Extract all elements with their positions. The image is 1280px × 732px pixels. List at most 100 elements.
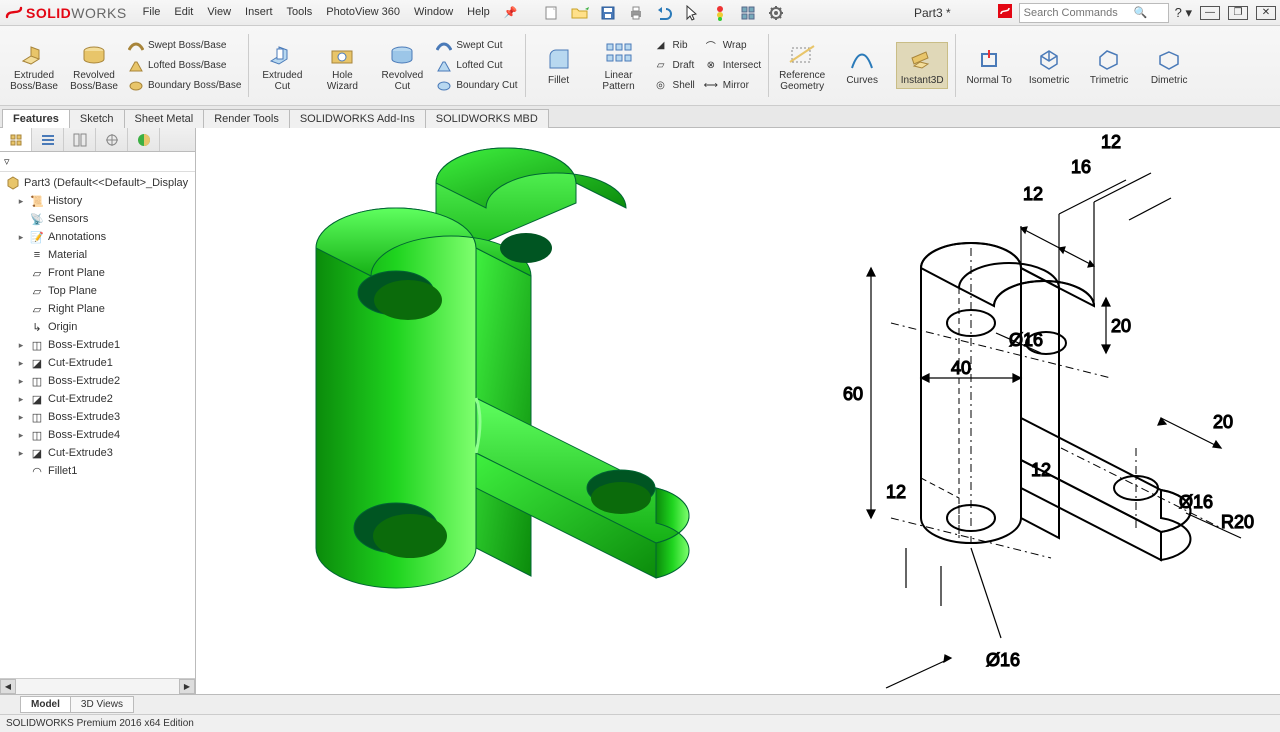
restore-button[interactable]: ❐: [1228, 6, 1248, 20]
expand-icon[interactable]: ▸: [16, 376, 26, 387]
dim-w40: 40: [951, 358, 971, 378]
menu-edit[interactable]: Edit: [168, 3, 199, 22]
print-button[interactable]: [624, 3, 648, 23]
linear-pattern-button[interactable]: Linear Pattern: [593, 38, 645, 94]
dimxpert-tab[interactable]: [96, 128, 128, 151]
expand-icon[interactable]: ▸: [16, 430, 26, 441]
tab-sketch[interactable]: Sketch: [69, 109, 125, 128]
close-button[interactable]: ✕: [1256, 6, 1276, 20]
fillet-button[interactable]: Fillet: [533, 43, 585, 88]
search-commands[interactable]: 🔍: [1019, 3, 1169, 23]
curves-button[interactable]: Curves: [836, 43, 888, 88]
lofted-cut-button[interactable]: Lofted Cut: [432, 56, 521, 76]
minimize-button[interactable]: —: [1200, 6, 1220, 20]
scroll-right-button[interactable]: ▶: [179, 679, 195, 694]
menu-help[interactable]: Help: [461, 3, 496, 22]
mirror-button[interactable]: ⟷Mirror: [699, 76, 765, 96]
tree-item[interactable]: ▱Front Plane: [0, 264, 195, 282]
menu-window[interactable]: Window: [408, 3, 459, 22]
expand-icon[interactable]: ▸: [16, 340, 26, 351]
instant3d-button[interactable]: Instant3D: [896, 42, 948, 89]
tree-item[interactable]: ▸◫Boss-Extrude4: [0, 426, 195, 444]
swept-boss-button[interactable]: Swept Boss/Base: [124, 36, 245, 56]
hole-wizard-button[interactable]: Hole Wizard: [316, 38, 368, 94]
tab-addins[interactable]: SOLIDWORKS Add-Ins: [289, 109, 426, 128]
view-tab-model[interactable]: Model: [20, 696, 71, 713]
tab-sheetmetal[interactable]: Sheet Metal: [124, 109, 205, 128]
settings-button[interactable]: [764, 3, 788, 23]
dimetric-button[interactable]: Dimetric: [1143, 43, 1195, 88]
feature-tree-tab[interactable]: [0, 128, 32, 151]
tree-item[interactable]: ≡Material: [0, 246, 195, 264]
dim-top12a: 12: [1101, 132, 1121, 152]
expand-icon[interactable]: ▸: [16, 448, 26, 459]
extruded-cut-button[interactable]: Extruded Cut: [256, 38, 308, 94]
wrap-button[interactable]: ⌒Wrap: [699, 36, 765, 56]
graphics-viewport[interactable]: 12 16 12 60 40 Ø16 20 20 12: [196, 128, 1280, 694]
property-tab[interactable]: [32, 128, 64, 151]
menu-bar: File Edit View Insert Tools PhotoView 36…: [137, 3, 524, 22]
menu-file[interactable]: File: [137, 3, 167, 22]
tab-mbd[interactable]: SOLIDWORKS MBD: [425, 109, 549, 128]
open-button[interactable]: [568, 3, 592, 23]
tree-item[interactable]: ▸◫Boss-Extrude1: [0, 336, 195, 354]
expand-icon[interactable]: ▸: [16, 196, 26, 207]
scroll-left-button[interactable]: ◀: [0, 679, 16, 694]
tree-root[interactable]: Part3 (Default<<Default>_Display: [0, 174, 195, 192]
revolved-boss-button[interactable]: Revolved Boss/Base: [68, 38, 120, 94]
expand-icon[interactable]: ▸: [16, 358, 26, 369]
tree-item[interactable]: ▸◫Boss-Extrude2: [0, 372, 195, 390]
shell-button[interactable]: ◎Shell: [649, 76, 699, 96]
isometric-button[interactable]: Isometric: [1023, 43, 1075, 88]
tree-item[interactable]: ▸◪Cut-Extrude2: [0, 390, 195, 408]
tab-features[interactable]: Features: [2, 109, 70, 128]
tree-item[interactable]: ▸📝Annotations: [0, 228, 195, 246]
revolved-cut-button[interactable]: Revolved Cut: [376, 38, 428, 94]
menu-pin-icon[interactable]: 📌: [498, 3, 524, 22]
menu-tools[interactable]: Tools: [281, 3, 319, 22]
rib-button[interactable]: ◢Rib: [649, 36, 699, 56]
tree-item[interactable]: ◠Fillet1: [0, 462, 195, 480]
normal-to-button[interactable]: Normal To: [963, 43, 1015, 88]
menu-insert[interactable]: Insert: [239, 3, 279, 22]
tree-item[interactable]: ▸◫Boss-Extrude3: [0, 408, 195, 426]
options-button[interactable]: [736, 3, 760, 23]
tree-item[interactable]: 📡Sensors: [0, 210, 195, 228]
extruded-boss-button[interactable]: Extruded Boss/Base: [8, 38, 60, 94]
lofted-boss-button[interactable]: Lofted Boss/Base: [124, 56, 245, 76]
expand-icon[interactable]: ▸: [16, 394, 26, 405]
search-input[interactable]: [1024, 7, 1134, 19]
tree-item[interactable]: ▱Top Plane: [0, 282, 195, 300]
draft-button[interactable]: ▱Draft: [649, 56, 699, 76]
cut-icon: ◪: [30, 392, 44, 406]
tree-item[interactable]: ▸◪Cut-Extrude3: [0, 444, 195, 462]
view-tab-3dviews[interactable]: 3D Views: [70, 696, 134, 713]
undo-button[interactable]: [652, 3, 676, 23]
tree-item[interactable]: ▸📜History: [0, 192, 195, 210]
tree-filter[interactable]: ▿: [0, 152, 195, 172]
display-tab[interactable]: [128, 128, 160, 151]
help-button[interactable]: ? ▾: [1175, 5, 1192, 21]
menu-photoview[interactable]: PhotoView 360: [320, 3, 406, 22]
expand-icon[interactable]: ▸: [16, 412, 26, 423]
sw-resources-icon[interactable]: [997, 3, 1013, 22]
trimetric-button[interactable]: Trimetric: [1083, 43, 1135, 88]
tree-hscroll[interactable]: ◀ ▶: [0, 678, 195, 694]
select-button[interactable]: [680, 3, 704, 23]
new-button[interactable]: [540, 3, 564, 23]
swept-cut-button[interactable]: Swept Cut: [432, 36, 521, 56]
boundary-cut-button[interactable]: Boundary Cut: [432, 76, 521, 96]
reference-geometry-button[interactable]: Reference Geometry: [776, 38, 828, 94]
config-tab[interactable]: [64, 128, 96, 151]
tab-rendertools[interactable]: Render Tools: [203, 109, 290, 128]
tree-item[interactable]: ↳Origin: [0, 318, 195, 336]
save-button[interactable]: [596, 3, 620, 23]
tree-item[interactable]: ▱Right Plane: [0, 300, 195, 318]
search-icon[interactable]: 🔍: [1134, 6, 1148, 19]
expand-icon[interactable]: ▸: [16, 232, 26, 243]
menu-view[interactable]: View: [201, 3, 237, 22]
rebuild-button[interactable]: [708, 3, 732, 23]
intersect-button[interactable]: ⊗Intersect: [699, 56, 765, 76]
tree-item[interactable]: ▸◪Cut-Extrude1: [0, 354, 195, 372]
boundary-boss-button[interactable]: Boundary Boss/Base: [124, 76, 245, 96]
